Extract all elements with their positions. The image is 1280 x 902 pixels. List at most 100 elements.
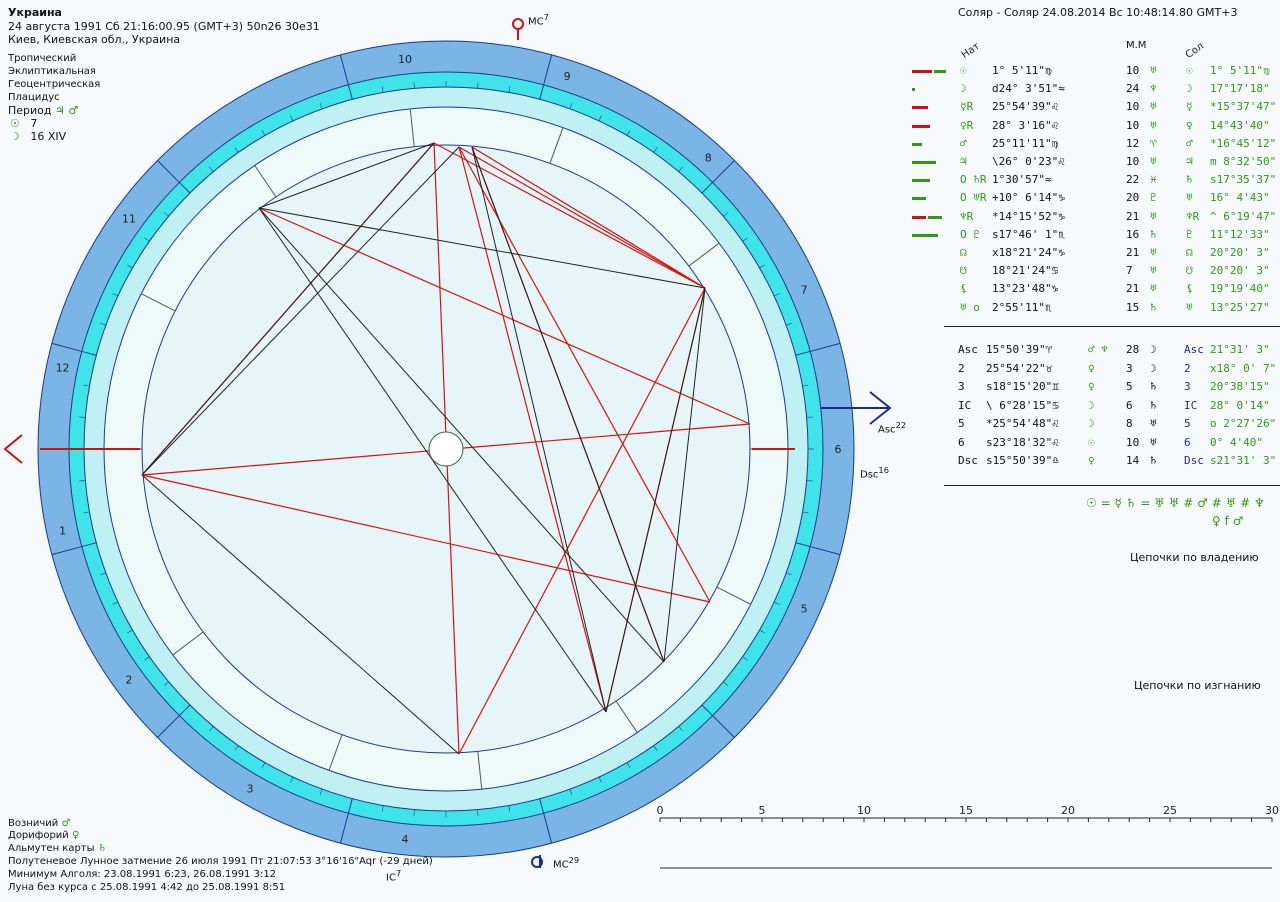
solar-position: 19°19'40" [1210,282,1270,296]
footer-moon-void: Луна без курса с 25.08.1991 4:42 до 25.0… [8,882,286,893]
mm-value: 15 [1126,300,1140,314]
solar-position: *16°45'12" [1210,136,1277,150]
mm-glyph: ♄ [1150,380,1157,393]
header-mm: М.М [1126,40,1147,51]
dsc-label: Dsc16 [860,465,890,481]
house-number: 3 [247,782,254,795]
solar-glyph: ♃ [1186,155,1193,168]
chart-title: Украина [8,6,62,19]
timeline-tick-label: 0 [657,804,664,817]
solar-glyph: ♇ [1186,227,1193,241]
solar-glyph: ♂ [1186,136,1193,150]
footer-doryphory: Дорифорий ♀ [8,830,80,841]
solar-glyph: ☉ [1186,64,1193,77]
period-moon: ☽ 16 XIV [10,130,66,143]
strength-bar [912,179,930,183]
strength-bar [928,215,942,219]
timeline-strip: 0 5 10 15 20 25 30 [657,804,1279,869]
mc2-label: MC29 [553,855,580,871]
mm-glyph: ♅ [1150,100,1157,114]
planet-position: 1°30'57"≈ [992,173,1052,187]
house-position: 15°50'39"♈ [986,343,1053,356]
timeline-tick-label: 30 [1265,804,1279,817]
mm-value: 20 [1126,191,1140,205]
timeline-tick-label: 20 [1061,804,1075,817]
solar-position: 20°20' 3" [1210,264,1270,278]
solar-position: 14°43'40" [1210,118,1270,132]
strength-bar [912,70,932,73]
mm-glyph: ♈ [1150,136,1157,150]
mm-glyph: ♇ [1150,191,1157,205]
solar-position: 11°12'33" [1210,227,1270,241]
house-position: *25°54'48"♌ [986,417,1059,430]
footer-algol: Минимум Алголя: 23.08.1991 6:23, 26.08.1… [8,869,277,880]
planet-position: 18°21'24"♋ [992,264,1059,278]
solar-position: 1° 5'11"♍ [1210,64,1270,77]
mm-value: 12 [1126,136,1140,150]
solar-house-label: Asc [1184,343,1204,356]
mm-value: 6 [1126,398,1133,412]
strength-bar [912,142,922,146]
planet-glyph: ♃ [960,155,967,168]
strength-bar [912,215,926,219]
planet-glyph: O ♅R [960,191,987,205]
mm-glyph: ♅ [1150,209,1157,223]
solar-position: *15°37'47" [1210,100,1277,114]
planet-glyph: ☋ [960,264,967,278]
planet-position: 13°23'48"♑ [992,282,1059,296]
solar-position: 20°20' 3" [1210,246,1270,259]
mm-value: 5 [1126,380,1133,393]
solar-house-label: 2 [1184,361,1191,375]
solar-glyph: ☽ [1186,82,1193,96]
solar-house-position: 28° 0'14" [1210,398,1270,412]
solar-glyph: ♀ [1186,118,1193,132]
planet-position: 1° 5'11"♍ [992,64,1052,77]
solar-house-position: 0° 4'40" [1210,435,1263,449]
planet-glyph: ♆R [960,209,974,223]
planet-glyph: ♂ [960,136,967,150]
house-number: 12 [56,361,70,374]
chains-ownership-title: Цепочки по владению [1130,551,1259,564]
solar-glyph: ♄ [1186,173,1193,187]
solar-position: ^ 6°19'47" [1210,209,1277,223]
solar-glyph: ☊ [1186,246,1193,259]
house-number: 4 [402,833,409,846]
mm-glyph: ♄ [1150,227,1157,241]
strength-bar [912,106,928,110]
house-ruler: ♀ [1088,380,1095,393]
center-dot [428,431,464,467]
solar-glyph: ♅ [1186,191,1193,205]
asc-label: Asc22 [878,420,907,436]
house-label: IC [958,398,972,412]
solar-glyph: ♅ [1186,300,1193,314]
planet-glyph: O ♄R [960,173,987,187]
footer-almuten: Альмутен карты ♄ [8,843,107,854]
house-ruler: ☽ [1088,398,1095,412]
house-number: 5 [801,602,808,615]
chains-exile-title: Цепочки по изгнанию [1134,679,1261,692]
planet-position: *14°15'52"♑ [992,209,1065,223]
house-label: 3 [958,380,965,393]
mm-value: 10 [1126,435,1140,449]
natal-chart-wheel: 109876543211211 0 5 10 15 20 25 30 [3,18,1279,869]
planet-position: x18°21'24"♑ [992,246,1065,259]
solar-position: 13°25'27" [1210,300,1270,314]
mm-value: 22 [1126,173,1140,187]
mm-glyph: ♄ [1150,398,1157,412]
formula-line2: ♀ f ♂ [1212,514,1244,528]
timeline-tick-label: 25 [1163,804,1177,817]
mm-glyph: ♆ [1150,82,1157,96]
strength-bar [912,161,936,164]
strength-bar [912,88,915,92]
mm-value: 10 [1126,64,1140,77]
solar-glyph: ☋ [1186,264,1193,278]
mm-glyph: ♅ [1150,282,1157,296]
chart-place: Киев, Киевская обл., Украина [8,33,181,46]
solar-house-label: 5 [1184,417,1191,430]
solar-title: Соляр - Соляр 24.08.2014 Вс 10:48:14.80 … [958,6,1238,19]
footer-charioteer: Возничий ♂ [8,818,71,829]
sun-icon: ☉ [10,117,20,130]
solar-glyph: ♆R [1186,209,1200,223]
house-ruler: ♀ [1088,361,1095,375]
house-ruler: ☉ [1088,435,1095,449]
